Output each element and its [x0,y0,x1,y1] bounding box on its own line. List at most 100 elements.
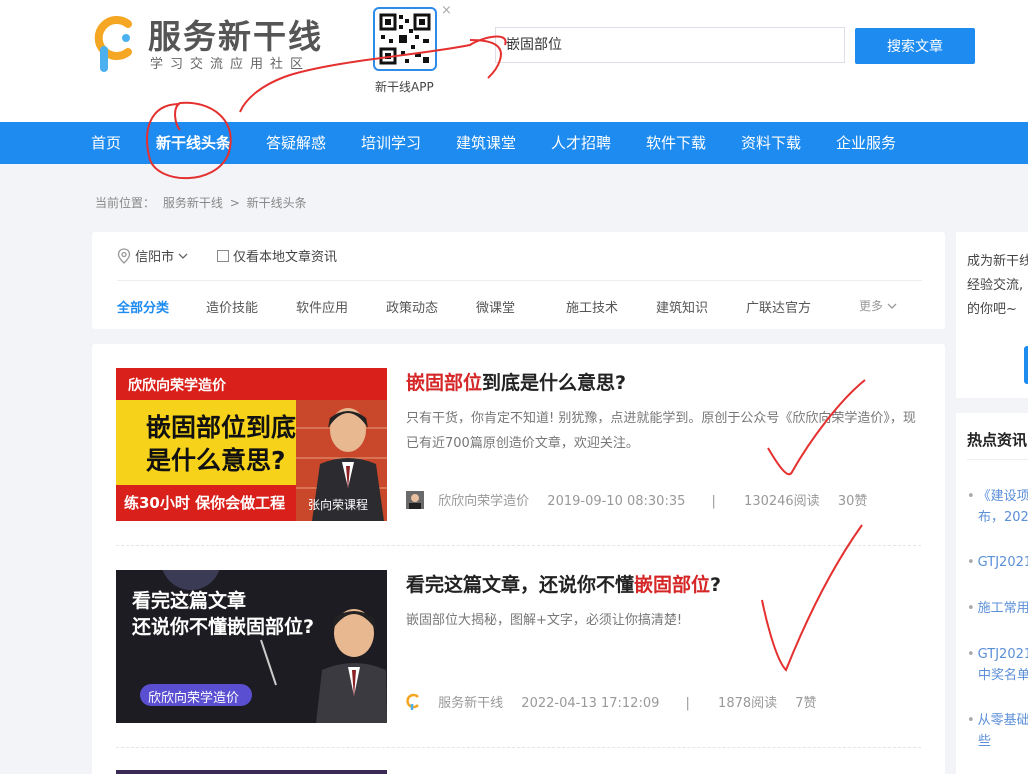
breadcrumb-link-home[interactable]: 服务新干线 [163,196,223,210]
location-pin-icon [117,248,131,264]
chevron-down-icon [178,253,188,259]
nav-item-headlines[interactable]: 新干线头条 [156,122,231,164]
join-button[interactable] [1024,346,1028,384]
filter-divider [117,280,922,281]
site-header: 服务新干线 学习交流应用社区 × 新干线APP 嵌固部位 搜索文章 [0,0,1028,122]
nav-item-recruit[interactable]: 人才招聘 [551,122,611,164]
hot-news-item[interactable]: • 施工常用 [967,598,1028,619]
read-count: 130246阅读 [744,494,820,509]
like-count: 7赞 [795,696,817,711]
promo-line: 的你吧~ [967,302,1017,317]
search-button[interactable]: 搜索文章 [855,28,975,64]
breadcrumb-current[interactable]: 新干线头条 [247,196,307,210]
hot-news-text: 中奖名单 [978,668,1028,683]
article-description: 嵌固部位大揭秘，图解+文字，必须让你搞清楚! [406,613,683,628]
checkbox-box[interactable] [217,250,229,262]
thumb-headline-2: 还说你不懂嵌固部位? [132,616,315,638]
thumb-headline-1: 嵌固部位到底 [146,413,297,442]
thumb-headline-2: 是什么意思? [146,446,286,475]
location-selector[interactable]: 信阳市 [117,246,188,265]
hot-news-divider [967,459,1028,460]
thumb-banner: 欣欣向荣学造价 [128,378,226,394]
bullet-icon: • [967,713,975,728]
article-meta: 服务新干线 2022-04-13 17:12:09 | 1878阅读 7赞 [406,692,817,711]
breadcrumb: 当前位置： 服务新干线 > 新干线头条 [95,194,307,211]
hot-news-panel: 热点资讯 • 《建设项 布，202 • GTJ2021 • 施工常用 • GTJ2021… [956,413,1028,774]
thumb-slogan: 练30小时 保你会做工程 [124,494,286,512]
meta-separator: | [711,494,716,509]
article-list: 欣欣向荣学造价 嵌固部位到底 是什么意思? 练30小时 保你会做工程 张向荣课程… [92,344,945,774]
join-promo-card: 成为新干线 经验交流, 的你吧~ [956,232,1028,398]
publish-date: 2019-09-10 08:30:35 [547,494,686,509]
more-label: 更多 [859,299,884,313]
article-title[interactable]: 看完这篇文章，还说你不懂嵌固部位? [406,570,721,597]
bullet-icon: • [967,555,975,570]
article-thumbnail[interactable]: 看完这篇文章 还说你不懂嵌固部位? 欣欣向荣学造价 [116,570,387,723]
hot-news-title: 热点资讯 [967,431,1028,449]
category-more[interactable]: 更多 [859,297,897,314]
breadcrumb-separator: > [229,196,240,210]
thumb-badge: 欣欣向荣学造价 [148,691,240,706]
hot-news-item[interactable]: • 从零基础 些 [967,710,1028,752]
category-cost-skills[interactable]: 造价技能 [206,297,258,316]
local-only-label: 仅看本地文章资讯 [233,250,338,265]
category-policy[interactable]: 政策动态 [386,297,438,316]
bullet-icon: • [967,647,975,662]
hot-news-text: GTJ2021 [977,555,1028,570]
nav-item-training[interactable]: 培训学习 [361,122,421,164]
filter-panel: 信阳市 仅看本地文章资讯 全部分类 造价技能 软件应用 政策动态 微课堂 施工技… [92,232,945,329]
logo-subtitle: 学习交流应用社区 [150,57,311,72]
author-name[interactable]: 欣欣向荣学造价 [438,494,529,509]
publish-date: 2022-04-13 17:12:09 [521,696,660,711]
article-thumbnail[interactable] [116,770,387,774]
nav-item-qa[interactable]: 答疑解惑 [266,122,326,164]
title-highlight: 嵌固部位 [634,574,711,596]
promo-text: 成为新干线 经验交流, 的你吧~ [967,250,1028,322]
thumb-headline-1: 看完这篇文章 [132,590,247,612]
bullet-icon: • [967,601,975,616]
site-logo[interactable]: 服务新干线 学习交流应用社区 [90,8,330,78]
hot-news-text: 布，202 [978,510,1028,525]
hot-news-item[interactable]: • GTJ2021 中奖名单 [967,644,1028,686]
category-building-knowledge[interactable]: 建筑知识 [656,297,708,316]
article-title[interactable]: 嵌固部位到底是什么意思? [406,368,626,395]
app-qr-code-icon [373,7,437,71]
category-glodon-official[interactable]: 广联达官方 [746,297,811,316]
meta-separator: | [685,696,690,711]
title-rest: 到底是什么意思? [482,372,627,394]
hot-news-text: 些 [978,734,992,749]
nav-item-home[interactable]: 首页 [91,122,121,164]
thumb-teacher: 张向荣课程 [308,498,369,512]
hot-news-text: GTJ2021 [977,647,1028,662]
hot-news-item[interactable]: • 《建设项 布，202 [967,486,1028,528]
article-description: 只有干货，你肯定不知道! 别犹豫，点进就能学到。原创于公众号《欣欣向荣学造价》，… [406,411,916,451]
local-only-checkbox[interactable]: 仅看本地文章资讯 [217,246,337,265]
article-divider [116,747,921,748]
hot-news-text: 施工常用 [977,601,1028,616]
hot-news-item[interactable]: • GTJ2021 [967,552,1028,573]
nav-item-software[interactable]: 软件下载 [646,122,706,164]
promo-line: 经验交流, [967,278,1024,293]
nav-item-downloads[interactable]: 资料下载 [741,122,801,164]
logo-mark-icon [94,16,132,72]
category-micro-class[interactable]: 微课堂 [476,297,515,316]
location-label: 信阳市 [135,250,175,265]
qr-label: 新干线APP [375,80,434,94]
category-software[interactable]: 软件应用 [296,297,348,316]
author-name[interactable]: 服务新干线 [438,696,503,711]
article-thumbnail[interactable]: 欣欣向荣学造价 嵌固部位到底 是什么意思? 练30小时 保你会做工程 张向荣课程 [116,368,387,521]
qr-close-icon[interactable]: × [441,3,452,18]
category-all[interactable]: 全部分类 [117,297,169,316]
bullet-icon: • [967,489,975,504]
author-avatar[interactable] [406,693,424,711]
promo-line: 成为新干线 [967,254,1028,269]
nav-item-classroom[interactable]: 建筑课堂 [456,122,516,164]
article-divider [116,545,921,546]
like-count: 30赞 [837,494,868,509]
nav-item-enterprise[interactable]: 企业服务 [836,122,896,164]
author-avatar[interactable] [406,491,424,509]
category-construction[interactable]: 施工技术 [566,297,618,316]
search-input[interactable]: 嵌固部位 [495,27,845,63]
title-prefix: 看完这篇文章，还说你不懂 [406,574,635,596]
title-suffix: ? [710,574,722,596]
